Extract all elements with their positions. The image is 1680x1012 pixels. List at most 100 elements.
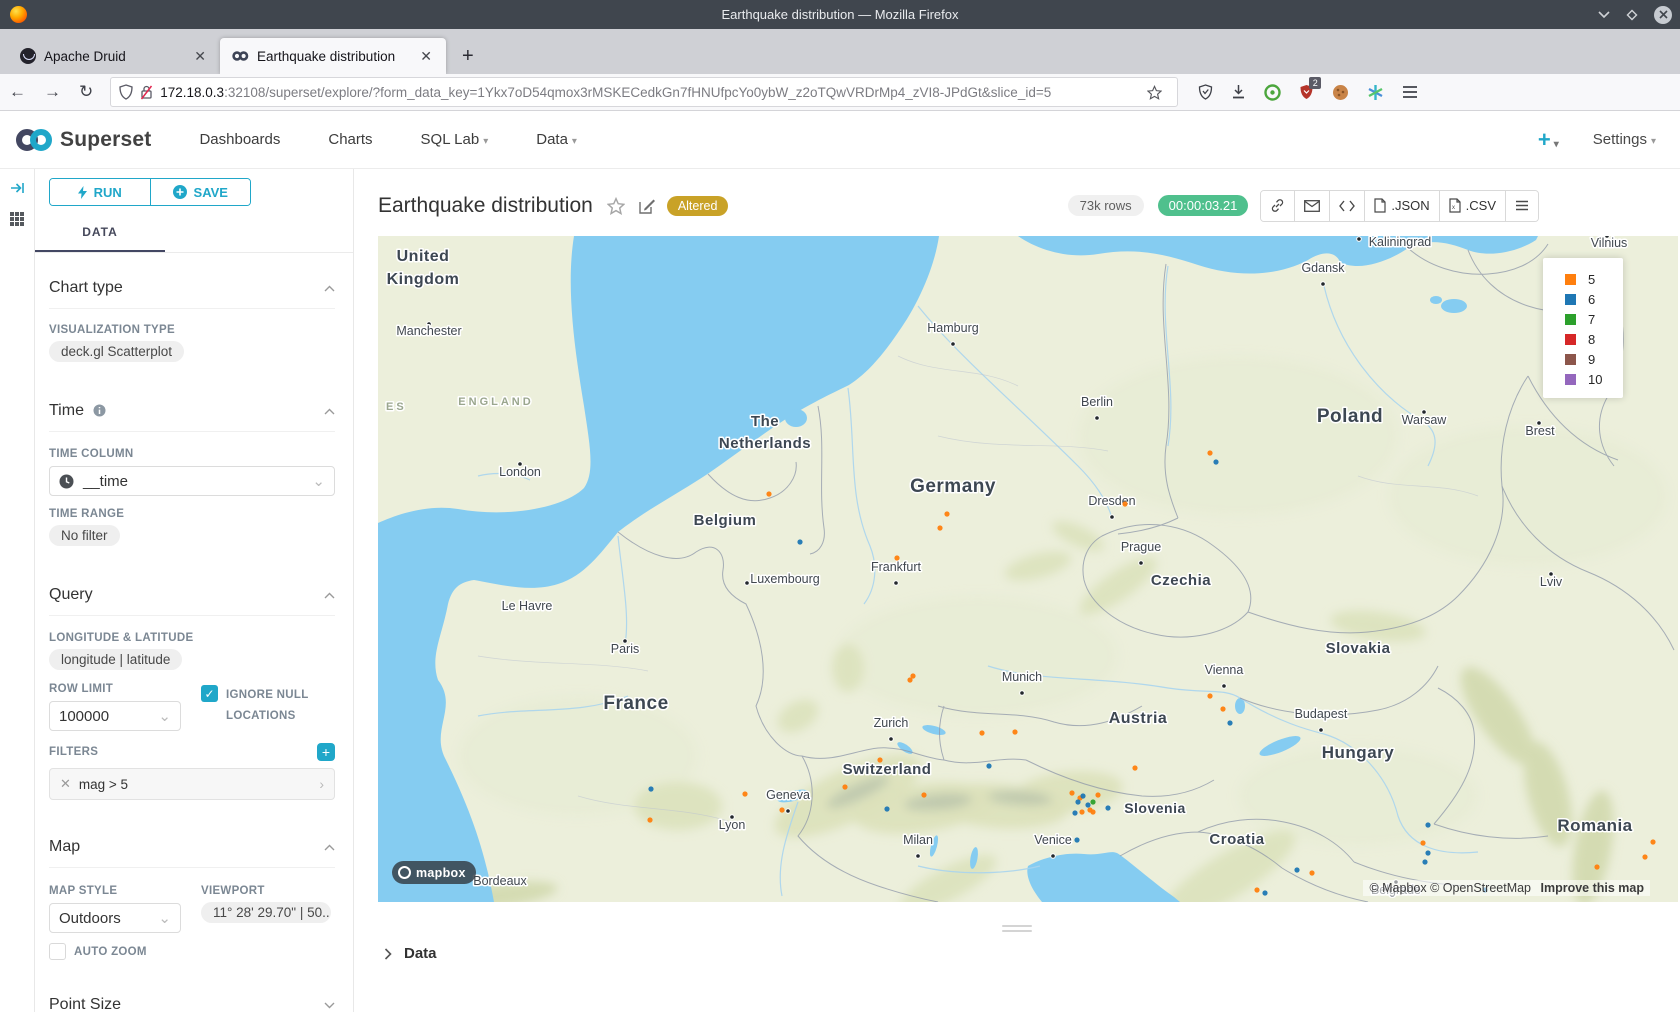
reload-icon[interactable]: ↻ bbox=[70, 82, 102, 102]
window-minimize-icon[interactable] bbox=[1598, 11, 1610, 19]
earthquake-point[interactable] bbox=[797, 539, 802, 544]
nav-dashboards[interactable]: Dashboards bbox=[199, 131, 280, 148]
copy-link-button[interactable] bbox=[1261, 191, 1294, 221]
earthquake-point[interactable] bbox=[877, 757, 882, 762]
earthquake-point[interactable] bbox=[1227, 720, 1232, 725]
row-limit-select[interactable]: 100000 ⌄ bbox=[49, 701, 181, 731]
filter-expand-icon[interactable]: › bbox=[309, 776, 334, 792]
add-new-button[interactable]: +▾ bbox=[1538, 127, 1559, 153]
add-filter-button[interactable]: + bbox=[317, 743, 335, 761]
section-chart-type[interactable]: Chart type bbox=[49, 279, 335, 297]
earthquake-point[interactable] bbox=[1425, 850, 1430, 855]
map-style-select[interactable]: Outdoors ⌄ bbox=[49, 903, 181, 933]
section-time[interactable]: Time bbox=[49, 402, 335, 420]
earthquake-point[interactable] bbox=[742, 791, 747, 796]
visualization-type-value[interactable]: deck.gl Scatterplot bbox=[49, 341, 184, 362]
earthquake-point[interactable] bbox=[907, 677, 912, 682]
earthquake-point[interactable] bbox=[1105, 805, 1110, 810]
earthquake-point[interactable] bbox=[1132, 765, 1137, 770]
url-bar[interactable]: 172.18.0.3 :32108/superset/explore/?form… bbox=[110, 77, 1178, 107]
embed-code-button[interactable] bbox=[1329, 191, 1364, 221]
export-json-button[interactable]: .JSON bbox=[1364, 191, 1438, 221]
forward-icon[interactable]: → bbox=[35, 82, 70, 102]
asterisk-extension-icon[interactable] bbox=[1367, 84, 1384, 101]
earthquake-point[interactable] bbox=[648, 786, 653, 791]
earthquake-point[interactable] bbox=[1420, 840, 1425, 845]
earthquake-point[interactable] bbox=[779, 807, 784, 812]
earthquake-point[interactable] bbox=[1012, 729, 1017, 734]
back-icon[interactable]: ← bbox=[0, 82, 35, 102]
edit-properties-icon[interactable] bbox=[639, 198, 655, 214]
remove-filter-icon[interactable]: ✕ bbox=[50, 776, 79, 792]
earthquake-point[interactable] bbox=[1207, 693, 1212, 698]
earthquake-point[interactable] bbox=[1294, 867, 1299, 872]
nav-sql-lab[interactable]: SQL Lab▾ bbox=[421, 131, 489, 148]
menu-hamburger-icon[interactable] bbox=[1402, 85, 1418, 99]
chart-menu-button[interactable] bbox=[1505, 191, 1538, 221]
earthquake-point[interactable] bbox=[1422, 859, 1427, 864]
earthquake-point[interactable] bbox=[979, 730, 984, 735]
earthquake-point[interactable] bbox=[842, 784, 847, 789]
lonlat-value[interactable]: longitude | latitude bbox=[49, 649, 182, 670]
earthquake-point[interactable] bbox=[1122, 501, 1127, 506]
earthquake-point[interactable] bbox=[1642, 854, 1647, 859]
earthquake-point[interactable] bbox=[1072, 810, 1077, 815]
window-close-icon[interactable] bbox=[1654, 6, 1672, 24]
tab-apache-druid[interactable]: Apache Druid ✕ bbox=[8, 38, 220, 74]
osm-attribution[interactable]: © OpenStreetMap bbox=[1430, 881, 1531, 895]
datasource-grid-icon[interactable] bbox=[9, 211, 25, 227]
panel-resize-handle[interactable] bbox=[1002, 925, 1032, 932]
earthquake-point[interactable] bbox=[1594, 864, 1599, 869]
earthquake-point[interactable] bbox=[766, 491, 771, 496]
earthquake-point[interactable] bbox=[1080, 793, 1085, 798]
earthquake-point[interactable] bbox=[884, 806, 889, 811]
time-range-value[interactable]: No filter bbox=[49, 525, 120, 546]
viewport-value[interactable]: 11° 28' 29.70" | 50... bbox=[201, 902, 331, 923]
cookie-extension-icon[interactable] bbox=[1332, 84, 1349, 101]
earthquake-point[interactable] bbox=[986, 763, 991, 768]
earthquake-point[interactable] bbox=[1425, 822, 1430, 827]
settings-menu[interactable]: Settings▾ bbox=[1593, 131, 1656, 148]
email-button[interactable] bbox=[1294, 191, 1329, 221]
earthquake-point[interactable] bbox=[1075, 799, 1080, 804]
earthquake-point[interactable] bbox=[1090, 799, 1095, 804]
nav-data[interactable]: Data▾ bbox=[536, 131, 577, 148]
insecure-lock-icon[interactable] bbox=[140, 85, 153, 100]
mapbox-logo[interactable]: mapbox bbox=[392, 861, 476, 884]
earthquake-point[interactable] bbox=[944, 511, 949, 516]
superset-logo[interactable]: Superset bbox=[14, 128, 151, 152]
earthquake-point[interactable] bbox=[1090, 809, 1095, 814]
ublock-shield-icon[interactable]: 2 bbox=[1299, 84, 1314, 100]
earthquake-point[interactable] bbox=[647, 817, 652, 822]
window-maximize-icon[interactable] bbox=[1626, 9, 1638, 21]
earthquake-point[interactable] bbox=[1069, 790, 1074, 795]
earthquake-point[interactable] bbox=[937, 525, 942, 530]
earthquake-point[interactable] bbox=[1085, 802, 1090, 807]
tab-earthquake-distribution[interactable]: Earthquake distribution ✕ bbox=[220, 38, 446, 74]
section-query[interactable]: Query bbox=[49, 586, 335, 604]
earthquake-point[interactable] bbox=[1207, 450, 1212, 455]
new-tab-button[interactable]: + bbox=[456, 45, 480, 68]
expand-dataset-panel-icon[interactable] bbox=[10, 181, 25, 195]
time-column-select[interactable]: __time ⌄ bbox=[49, 466, 335, 496]
earthquake-point[interactable] bbox=[1309, 870, 1314, 875]
earthquake-point[interactable] bbox=[1095, 792, 1100, 797]
earthquake-point[interactable] bbox=[894, 555, 899, 560]
earthquake-point[interactable] bbox=[1254, 887, 1259, 892]
ignore-null-checkbox[interactable]: ✓ bbox=[201, 685, 218, 702]
improve-map-link[interactable]: Improve this map bbox=[1541, 881, 1645, 895]
earthquake-point[interactable] bbox=[921, 792, 926, 797]
filter-chip[interactable]: ✕ mag > 5 › bbox=[49, 768, 335, 800]
downloads-icon[interactable] bbox=[1231, 84, 1246, 100]
tab-close-icon[interactable]: ✕ bbox=[416, 48, 436, 65]
run-button[interactable]: RUN bbox=[50, 179, 150, 205]
earthquake-point[interactable] bbox=[1079, 809, 1084, 814]
earthquake-point[interactable] bbox=[1220, 706, 1225, 711]
tab-close-icon[interactable]: ✕ bbox=[190, 48, 210, 65]
deckgl-scatterplot-map[interactable]: ManchesterLondonLe HavreParisBordeauxLyo… bbox=[378, 236, 1678, 902]
earthquake-point[interactable] bbox=[1074, 837, 1079, 842]
altered-badge[interactable]: Altered bbox=[667, 196, 729, 216]
bookmark-star-icon[interactable] bbox=[1147, 85, 1162, 100]
earthquake-point[interactable] bbox=[1650, 839, 1655, 844]
export-csv-button[interactable]: x.CSV bbox=[1439, 191, 1505, 221]
